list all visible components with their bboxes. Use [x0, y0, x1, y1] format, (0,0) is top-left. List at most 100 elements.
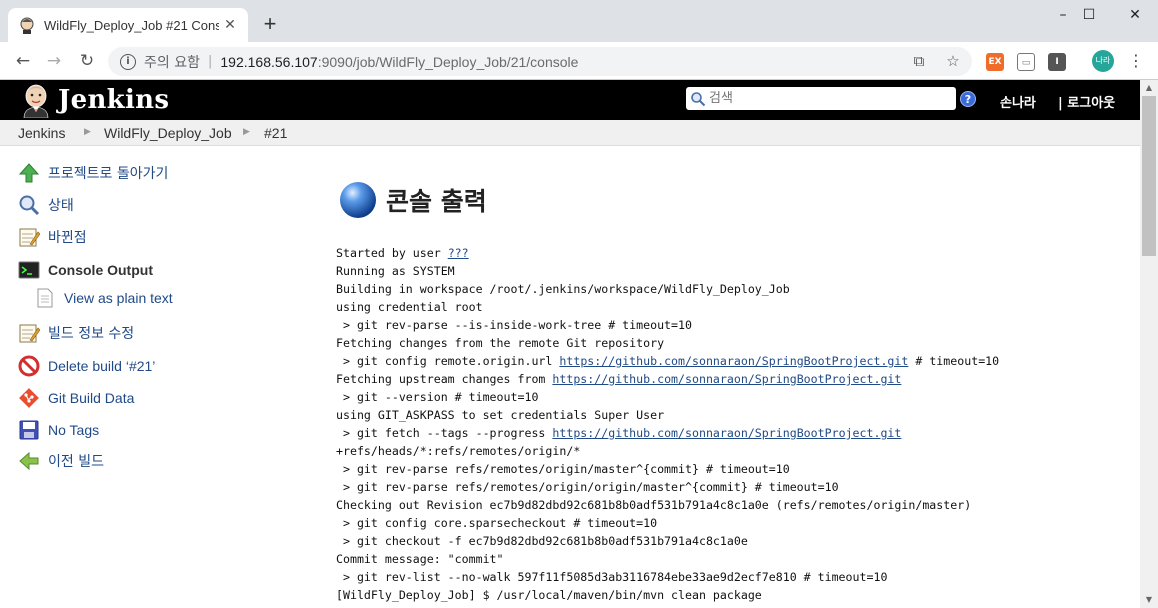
info-icon[interactable]: i — [120, 53, 136, 70]
console-text: > git rev-list --no-walk 597f11f5085d3ab… — [336, 570, 888, 584]
logout-link[interactable]: | 로그아웃 — [1058, 92, 1115, 111]
jenkins-butler-icon — [23, 84, 49, 118]
console-line: using GIT_ASKPASS to set credentials Sup… — [336, 406, 999, 424]
console-line: using credential root — [336, 298, 999, 316]
console-text: Started by user — [336, 246, 448, 260]
console-line: > git fetch --tags --progress https://gi… — [336, 424, 999, 442]
breadcrumb-jenkins[interactable]: Jenkins — [18, 125, 65, 141]
profile-avatar[interactable]: 나라 — [1092, 50, 1114, 72]
console-text: Fetching changes from the remote Git rep… — [336, 336, 665, 350]
console-link[interactable]: ??? — [448, 246, 469, 260]
sidebar-item-status[interactable]: 상태 — [18, 193, 74, 217]
browser-tab[interactable]: WildFly_Deploy_Job #21 Console ✕ — [8, 8, 248, 42]
url-separator: | — [207, 54, 213, 69]
jenkins-logo-text: Jenkins — [58, 85, 170, 115]
search-box[interactable] — [686, 87, 956, 110]
console-line: Fetching changes from the remote Git rep… — [336, 334, 999, 352]
console-line: > git --version # timeout=10 — [336, 388, 999, 406]
sidebar-item-edit-build-info[interactable]: 빌드 정보 수정 — [18, 321, 134, 345]
extension-orange-icon[interactable]: EX — [986, 53, 1004, 71]
forward-icon[interactable]: → — [41, 48, 67, 74]
notepad-icon — [19, 324, 40, 343]
tab-title: WildFly_Deploy_Job #21 Console — [44, 17, 219, 33]
extension-cast-icon[interactable]: ▭ — [1017, 53, 1035, 71]
console-text: Building in workspace /root/.jenkins/wor… — [336, 282, 790, 296]
reload-icon[interactable]: ↻ — [74, 48, 100, 74]
git-icon — [19, 388, 39, 408]
back-icon[interactable]: ← — [10, 48, 36, 74]
maximize-icon[interactable]: ☐ — [1066, 0, 1112, 30]
console-line: > git rev-parse --is-inside-work-tree # … — [336, 316, 999, 334]
console-line: Commit message: "commit" — [336, 550, 999, 568]
search-input[interactable] — [709, 91, 949, 106]
scroll-down-icon[interactable]: ▼ — [1140, 592, 1158, 608]
scrollbar-thumb[interactable] — [1142, 96, 1156, 256]
sidebar-item-label: 바뀐점 — [48, 230, 87, 246]
terminal-icon — [18, 261, 40, 279]
sidebar-item-label: 빌드 정보 수정 — [48, 326, 135, 342]
console-line: > git rev-list --no-walk 597f11f5085d3ab… — [336, 568, 999, 586]
tab-close-icon[interactable]: ✕ — [222, 17, 238, 33]
window-close-icon[interactable]: ✕ — [1112, 0, 1158, 30]
console-text: > git rev-parse refs/remotes/origin/mast… — [336, 462, 790, 476]
sidebar-item-label: Delete build ‘#21’ — [48, 358, 156, 374]
sidebar-item-plain-text[interactable]: View as plain text — [34, 286, 173, 310]
no-entry-icon — [18, 355, 40, 377]
console-line: Fetching upstream changes from https://g… — [336, 370, 999, 388]
console-link[interactable]: https://github.com/sonnaraon/SpringBootP… — [552, 372, 901, 386]
sidebar-item-delete-build[interactable]: Delete build ‘#21’ — [18, 354, 155, 378]
console-text: [WildFly_Deploy_Job] $ /usr/local/maven/… — [336, 588, 762, 602]
console-text: > git config core.sparsecheckout # timeo… — [336, 516, 658, 530]
console-globe-icon — [340, 182, 376, 218]
console-text: > git config remote.origin.url — [336, 354, 560, 368]
console-line: > git rev-parse refs/remotes/origin/mast… — [336, 460, 999, 478]
help-icon[interactable]: ? — [960, 91, 976, 107]
console-line: [WildFly_Deploy_Job] $ /usr/local/maven/… — [336, 586, 999, 604]
console-text: # timeout=10 — [908, 354, 1000, 368]
sidebar-item-console-output[interactable]: Console Output — [18, 258, 153, 282]
page-scrollbar[interactable]: ▲ ▼ — [1140, 80, 1158, 608]
console-text: +refs/heads/*:refs/remotes/origin/* — [336, 444, 581, 458]
console-line: +refs/heads/*:refs/remotes/origin/* — [336, 442, 999, 460]
sidebar-item-changes[interactable]: 바뀐점 — [18, 225, 87, 249]
breadcrumb-build[interactable]: #21 — [264, 125, 287, 141]
sidebar-item-back-to-project[interactable]: 프로젝트로 돌아가기 — [18, 161, 168, 185]
browser-toolbar: ← → ↻ i 주의 요함 | 192.168.56.107:9090/job/… — [0, 42, 1158, 80]
console-link[interactable]: https://github.com/sonnaraon/SpringBootP… — [552, 426, 901, 440]
sidebar-item-label: Console Output — [48, 262, 153, 278]
console-output: Started by user ??? Running as SYSTEM Buil… — [336, 244, 999, 604]
console-link[interactable]: https://github.com/sonnaraon/SpringBootP… — [559, 354, 908, 368]
console-line: > git config remote.origin.url https://g… — [336, 352, 999, 370]
sidebar-item-label: 프로젝트로 돌아가기 — [48, 166, 169, 182]
console-line: Started by user ??? — [336, 244, 999, 262]
sidebar-item-no-tags[interactable]: No Tags — [18, 418, 99, 442]
console-text: Checking out Revision ec7b9d82dbd92c681b… — [336, 498, 972, 512]
browser-tabstrip: WildFly_Deploy_Job #21 Console ✕ + – ☐ ✕ — [0, 0, 1158, 42]
browser-menu-icon[interactable]: ⋮ — [1128, 51, 1144, 73]
scroll-up-icon[interactable]: ▲ — [1140, 80, 1158, 96]
user-link[interactable]: 손나라 — [1000, 92, 1036, 111]
sidebar-item-git-build-data[interactable]: Git Build Data — [18, 386, 134, 410]
console-text: > git fetch --tags --progress — [336, 426, 553, 440]
url-host: 192.168.56.107 — [220, 53, 318, 70]
address-bar[interactable]: i 주의 요함 | 192.168.56.107:9090/job/WildFl… — [108, 47, 972, 76]
sidebar-item-label: 이전 빌드 — [48, 454, 104, 470]
extension-reader-icon[interactable]: I — [1048, 53, 1066, 71]
breadcrumb-arrow-icon[interactable]: ▶ — [84, 126, 91, 137]
breadcrumb-job[interactable]: WildFly_Deploy_Job — [104, 125, 232, 141]
console-text: Fetching upstream changes from — [336, 372, 553, 386]
url-path: :9090/job/WildFly_Deploy_Job/21/console — [317, 53, 579, 70]
new-tab-button[interactable]: + — [258, 12, 282, 36]
sidebar-item-previous-build[interactable]: 이전 빌드 — [18, 449, 104, 473]
star-icon[interactable]: ☆ — [944, 52, 962, 70]
page-heading: 콘솔 출력 — [338, 180, 487, 220]
breadcrumb-arrow-icon[interactable]: ▶ — [243, 126, 250, 137]
translate-icon[interactable]: ⧉ — [910, 52, 928, 70]
magnifier-icon — [19, 195, 40, 216]
document-icon — [37, 288, 53, 308]
floppy-icon — [19, 420, 39, 440]
console-line: > git config core.sparsecheckout # timeo… — [336, 514, 999, 532]
jenkins-favicon-icon — [20, 17, 34, 34]
jenkins-logo[interactable]: Jenkins — [18, 82, 169, 118]
page-title: 콘솔 출력 — [386, 187, 487, 216]
